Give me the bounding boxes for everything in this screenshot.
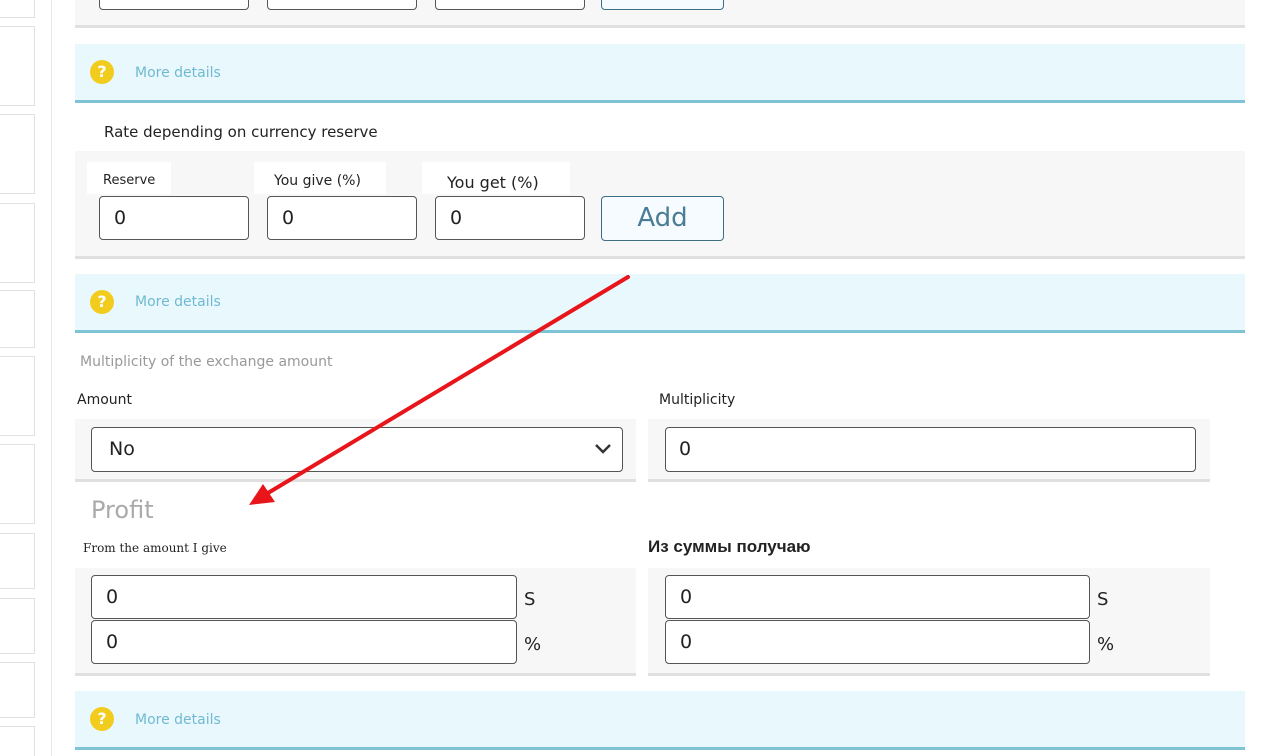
more-details-link[interactable]: More details [135,65,221,81]
multiplicity-label: Multiplicity [659,392,736,408]
info-bar: ? More details [75,274,1245,333]
profit-give-sum-input[interactable]: 0 [91,575,517,619]
sidebar-item[interactable] [0,662,35,718]
sidebar-item[interactable] [0,0,35,18]
more-details-link[interactable]: More details [135,294,221,310]
profit-give-label: From the amount I give [83,541,227,555]
profit-get-sum-input[interactable]: 0 [665,575,1090,619]
page: ? More details Rate depending on currenc… [0,0,1263,756]
previous-input[interactable] [99,0,249,10]
previous-panel [75,0,1245,28]
get-label: You get (%) [447,173,539,192]
chevron-down-icon [595,444,611,454]
question-icon: ? [90,60,114,84]
info-bar: ? More details [75,44,1245,103]
multiplicity-input[interactable]: 0 [665,427,1196,472]
unit-percent: % [524,634,542,655]
previous-input[interactable] [435,0,585,10]
get-label-box: You get (%) [422,162,570,194]
profit-give-percent-input[interactable]: 0 [91,620,517,664]
add-button[interactable]: Add [601,196,724,241]
reserve-input[interactable]: 0 [99,196,249,240]
sidebar-item[interactable] [0,726,35,756]
sidebar-item[interactable] [0,533,35,589]
sidebar-item[interactable] [0,203,35,283]
multiplicity-section-title: Multiplicity of the exchange amount [80,354,333,370]
get-percent-input[interactable]: 0 [435,196,585,240]
previous-button[interactable] [601,0,724,10]
question-icon: ? [90,707,114,731]
sidebar-item[interactable] [0,444,35,524]
reserve-label: Reserve [103,173,156,188]
sidebar-item[interactable] [0,598,35,654]
sidebar-item[interactable] [0,26,35,106]
give-percent-input[interactable]: 0 [267,196,417,240]
unit-percent: % [1097,634,1115,655]
sidebar-item[interactable] [0,114,35,194]
profit-get-label: Из суммы получаю [648,537,811,556]
info-bar: ? More details [75,691,1245,750]
unit-sum: S [524,589,536,610]
more-details-link[interactable]: More details [135,712,221,728]
profit-get-percent-input[interactable]: 0 [665,620,1090,664]
question-icon: ? [90,290,114,314]
rate-section-title: Rate depending on currency reserve [104,123,378,141]
give-label-box: You give (%) [254,162,386,194]
unit-sum: S [1097,589,1109,610]
previous-input[interactable] [267,0,417,10]
amount-select[interactable]: No [91,427,623,472]
profit-title: Profit [91,496,154,524]
left-sidebar [0,0,52,756]
give-label: You give (%) [274,173,361,189]
amount-label: Amount [77,392,133,408]
amount-select-value: No [109,438,135,460]
reserve-label-box: Reserve [87,162,171,194]
sidebar-item[interactable] [0,356,35,436]
sidebar-item[interactable] [0,290,35,348]
